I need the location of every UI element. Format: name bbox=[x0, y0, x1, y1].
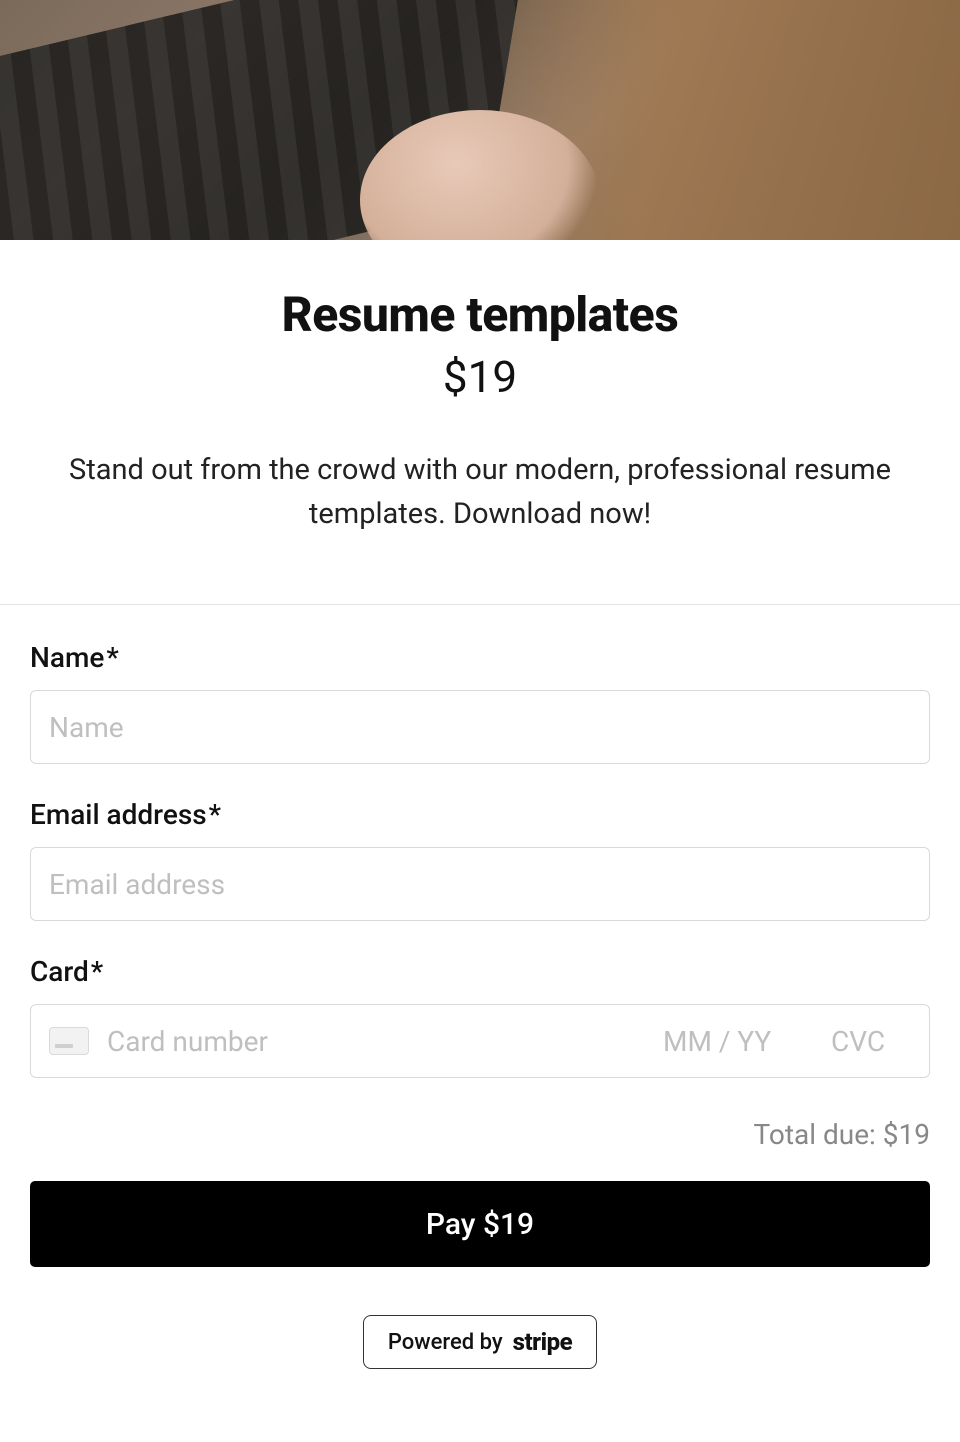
email-input[interactable] bbox=[30, 847, 930, 921]
email-field-group: Email address* bbox=[30, 798, 930, 921]
checkout-form: Name* Email address* Card* Total due: $1… bbox=[0, 605, 960, 1267]
hero-image bbox=[0, 0, 960, 240]
card-icon bbox=[49, 1027, 89, 1055]
required-mark: * bbox=[91, 955, 103, 988]
total-due: Total due: $19 bbox=[30, 1118, 930, 1151]
product-description: Stand out from the crowd with our modern… bbox=[30, 449, 930, 536]
powered-by-text: Powered by bbox=[388, 1330, 503, 1355]
footer: Powered by stripe bbox=[0, 1267, 960, 1429]
name-input[interactable] bbox=[30, 690, 930, 764]
card-label-text: Card bbox=[30, 955, 89, 988]
email-label: Email address* bbox=[30, 798, 930, 831]
stripe-logo: stripe bbox=[513, 1328, 572, 1356]
pay-button[interactable]: Pay $19 bbox=[30, 1181, 930, 1267]
name-field-group: Name* bbox=[30, 641, 930, 764]
card-cvc-input[interactable] bbox=[831, 1025, 911, 1058]
powered-by-stripe-badge[interactable]: Powered by stripe bbox=[363, 1315, 597, 1369]
card-label: Card* bbox=[30, 955, 930, 988]
email-label-text: Email address bbox=[30, 798, 207, 831]
name-label-text: Name bbox=[30, 641, 104, 674]
product-title: Resume templates bbox=[30, 286, 930, 343]
product-price: $19 bbox=[30, 351, 930, 403]
required-mark: * bbox=[106, 641, 118, 674]
required-mark: * bbox=[209, 798, 221, 831]
card-expiry-input[interactable] bbox=[663, 1025, 813, 1058]
card-number-input[interactable] bbox=[107, 1025, 645, 1058]
card-input-row[interactable] bbox=[30, 1004, 930, 1078]
name-label: Name* bbox=[30, 641, 930, 674]
card-field-group: Card* bbox=[30, 955, 930, 1078]
